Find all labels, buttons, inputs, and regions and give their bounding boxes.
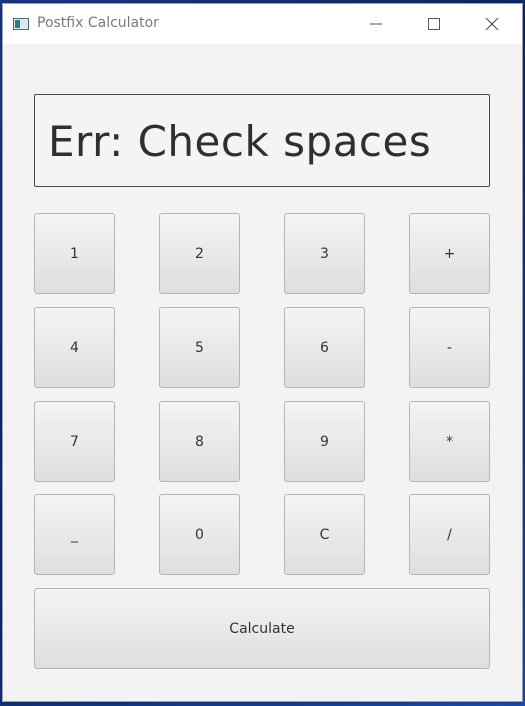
key-1-button[interactable]: 1 — [34, 213, 115, 294]
close-button[interactable] — [469, 4, 515, 44]
app-icon — [13, 18, 29, 30]
title-bar[interactable]: Postfix Calculator — [3, 4, 522, 44]
clear-button[interactable]: C — [284, 494, 365, 575]
space-button[interactable]: _ — [34, 494, 115, 575]
key-3-button[interactable]: 3 — [284, 213, 365, 294]
key-4-button[interactable]: 4 — [34, 307, 115, 388]
key-2-button[interactable]: 2 — [159, 213, 240, 294]
key-8-button[interactable]: 8 — [159, 401, 240, 482]
plus-button[interactable]: + — [409, 213, 490, 294]
window-title: Postfix Calculator — [37, 15, 159, 31]
calculator-display[interactable]: Err: Check spaces — [34, 94, 490, 187]
divide-button[interactable]: / — [409, 494, 490, 575]
minimize-icon — [370, 23, 382, 25]
key-9-button[interactable]: 9 — [284, 401, 365, 482]
maximize-button[interactable] — [411, 4, 457, 44]
calculate-button[interactable]: Calculate — [34, 588, 490, 669]
close-icon — [485, 17, 499, 31]
key-5-button[interactable]: 5 — [159, 307, 240, 388]
key-7-button[interactable]: 7 — [34, 401, 115, 482]
calculator-window: Postfix Calculator Err: Check spaces 1 2… — [2, 3, 523, 702]
minus-button[interactable]: - — [409, 307, 490, 388]
key-0-button[interactable]: 0 — [159, 494, 240, 575]
multiply-button[interactable]: * — [409, 401, 490, 482]
maximize-icon — [428, 18, 440, 30]
key-6-button[interactable]: 6 — [284, 307, 365, 388]
minimize-button[interactable] — [353, 4, 399, 44]
